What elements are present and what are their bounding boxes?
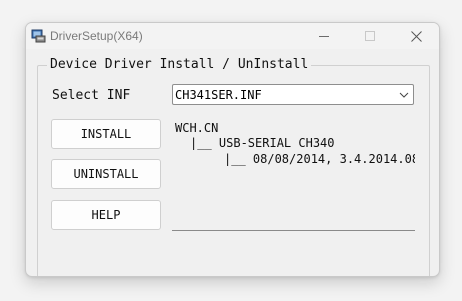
- close-button[interactable]: [393, 23, 439, 49]
- inf-select[interactable]: CH341SER.INF: [172, 84, 414, 105]
- info-line-version: |__ 08/08/2014, 3.4.2014.08: [224, 152, 415, 166]
- uninstall-button[interactable]: UNINSTALL: [51, 159, 161, 189]
- info-line-vendor: WCH.CN: [175, 121, 219, 135]
- window-title: DriverSetup(X64): [50, 29, 143, 43]
- title-bar[interactable]: DriverSetup(X64): [26, 23, 439, 49]
- select-inf-label: Select INF: [52, 88, 131, 103]
- install-button[interactable]: INSTALL: [51, 119, 161, 149]
- groupbox-title: Device Driver Install / UnInstall: [47, 57, 312, 72]
- minimize-button[interactable]: [301, 23, 347, 49]
- driver-setup-icon: [31, 29, 46, 43]
- inf-select-value: CH341SER.INF: [175, 88, 262, 102]
- driver-setup-window: DriverSetup(X64) Device Driver Install /…: [25, 22, 440, 277]
- maximize-button[interactable]: [347, 23, 393, 49]
- maximize-icon: [365, 31, 375, 41]
- info-line-device: |__ USB-SERIAL CH340: [190, 136, 335, 150]
- minimize-icon: [319, 35, 329, 37]
- chevron-down-icon: [399, 92, 409, 98]
- driver-info-panel: WCH.CN |__ USB-SERIAL CH340 |__ 08/08/20…: [172, 117, 415, 231]
- close-icon: [410, 30, 422, 42]
- help-button[interactable]: HELP: [51, 200, 161, 230]
